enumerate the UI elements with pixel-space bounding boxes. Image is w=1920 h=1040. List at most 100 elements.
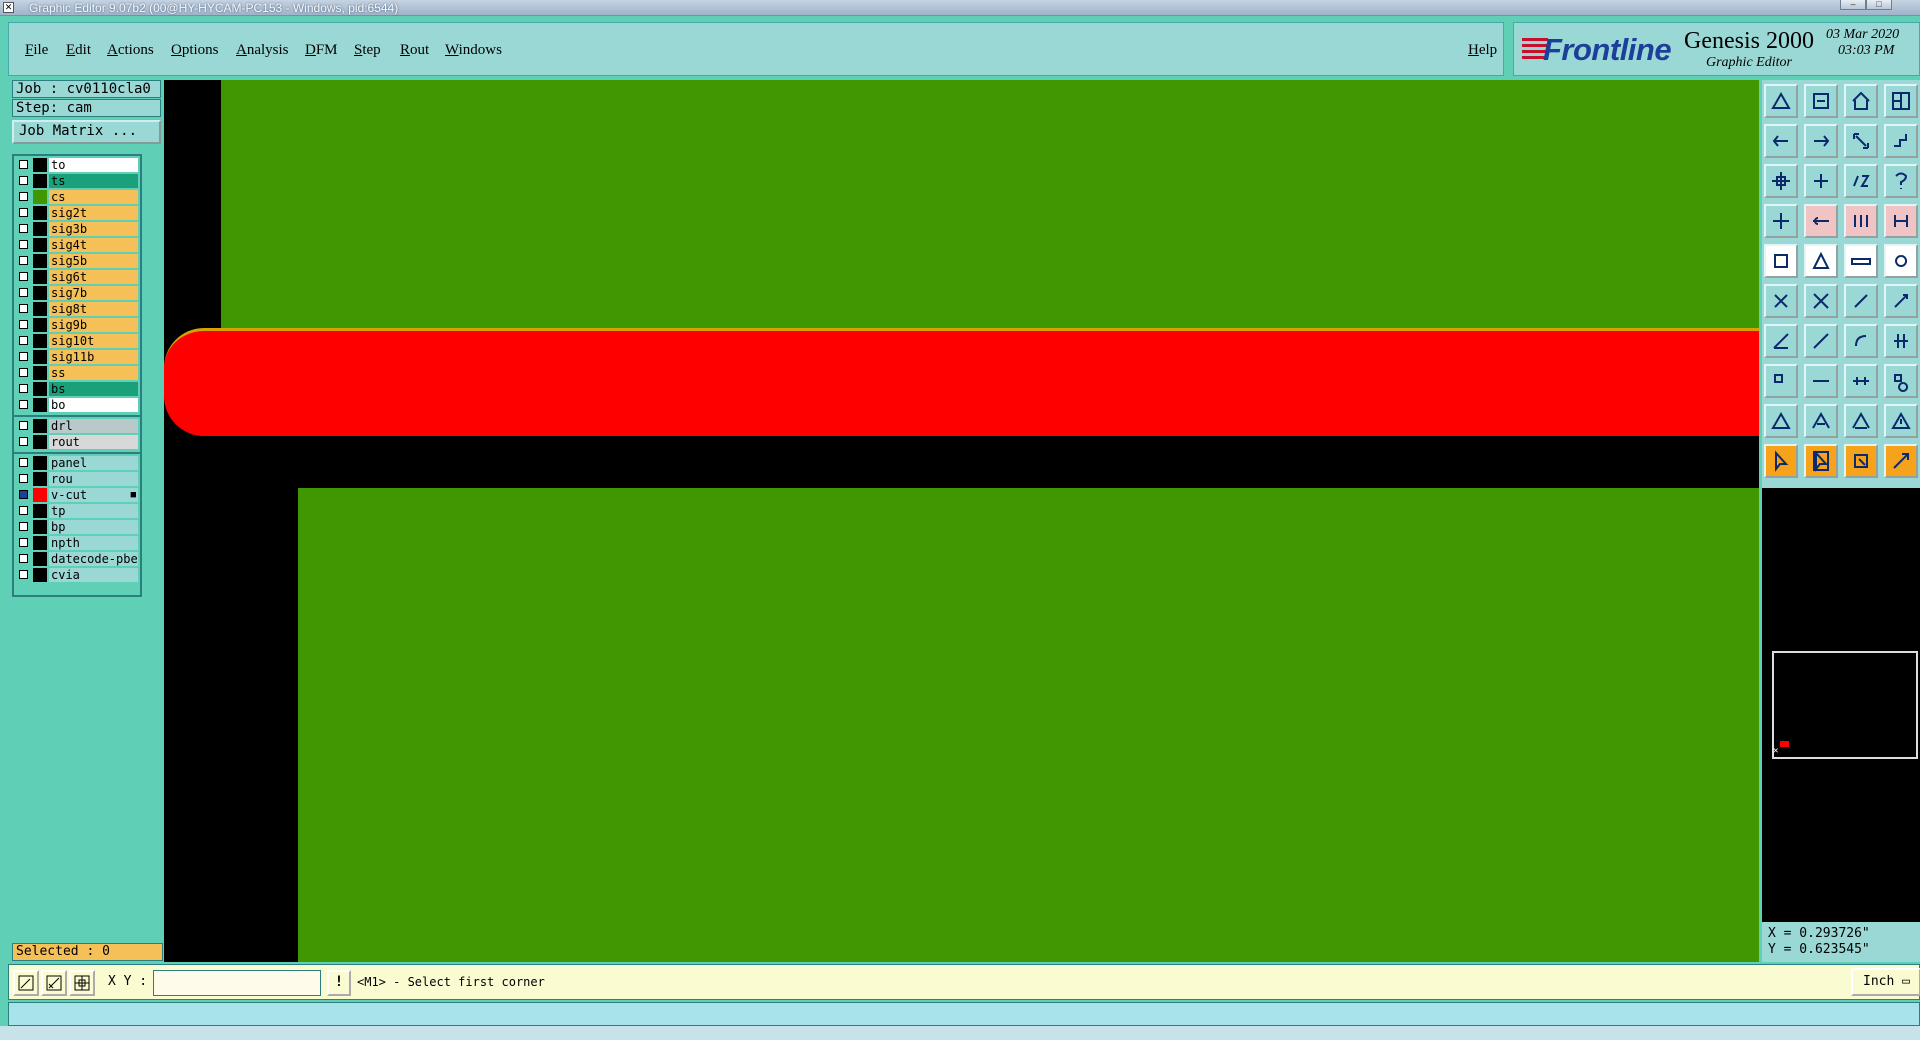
tri3-icon[interactable]	[1844, 404, 1878, 438]
layer-color-swatch[interactable]	[33, 286, 47, 300]
layer-name[interactable]: sig5b	[49, 254, 138, 268]
zoom-area-icon[interactable]	[13, 970, 39, 996]
layer-checkbox[interactable]	[19, 272, 28, 281]
layer-color-swatch[interactable]	[33, 302, 47, 316]
layer-checkbox[interactable]	[19, 352, 28, 361]
layer-checkbox[interactable]	[19, 474, 28, 483]
tri-icon[interactable]	[1764, 404, 1798, 438]
pad-icon[interactable]	[1764, 244, 1798, 278]
layer-row-cvia[interactable]: cvia	[16, 568, 140, 582]
shape-icon[interactable]	[1804, 244, 1838, 278]
pointer-icon[interactable]	[1764, 444, 1798, 478]
layer-row-drl[interactable]: drl	[16, 419, 140, 433]
shapes-icon[interactable]	[1884, 364, 1918, 398]
slash-icon[interactable]	[1804, 324, 1838, 358]
layer-color-swatch[interactable]	[33, 419, 47, 433]
layer-name[interactable]: sig7b	[49, 286, 138, 300]
layer-row-tp[interactable]: tp	[16, 504, 140, 518]
layer-name[interactable]: rout	[49, 435, 138, 449]
layer-checkbox[interactable]	[19, 224, 28, 233]
layer-color-swatch[interactable]	[33, 254, 47, 268]
layer-row-sig7b[interactable]: sig7b	[16, 286, 140, 300]
layer-checkbox[interactable]	[19, 490, 28, 499]
layer-color-swatch[interactable]	[33, 270, 47, 284]
layer-color-swatch[interactable]	[33, 504, 47, 518]
menu-file[interactable]: File	[25, 23, 48, 77]
layer-row-sig2t[interactable]: sig2t	[16, 206, 140, 220]
layer-row-datecode-pbe[interactable]: datecode-pbe	[16, 552, 140, 566]
layer-color-swatch[interactable]	[33, 552, 47, 566]
link-icon[interactable]	[1844, 284, 1878, 318]
layer-row-sig10t[interactable]: sig10t	[16, 334, 140, 348]
layer-name[interactable]: sig4t	[49, 238, 138, 252]
layer-name[interactable]: bs	[49, 382, 138, 396]
layer-checkbox[interactable]	[19, 240, 28, 249]
pointer2-icon[interactable]	[1804, 444, 1838, 478]
layer-row-sig9b[interactable]: sig9b	[16, 318, 140, 332]
angle-icon[interactable]	[1764, 324, 1798, 358]
layer-checkbox[interactable]	[19, 538, 28, 547]
layer-color-swatch[interactable]	[33, 488, 47, 502]
layer-row-rou[interactable]: rou	[16, 472, 140, 486]
layer-name[interactable]: sig2t	[49, 206, 138, 220]
layer-row-sig8t[interactable]: sig8t	[16, 302, 140, 316]
layer-row-bs[interactable]: bs	[16, 382, 140, 396]
layer-name[interactable]: drl	[49, 419, 138, 433]
layer-color-swatch[interactable]	[33, 222, 47, 236]
menu-rout[interactable]: Rout	[400, 23, 429, 77]
help-icon[interactable]	[1884, 164, 1918, 198]
units-selector[interactable]: Inch ▭	[1851, 968, 1920, 996]
edit-icon[interactable]	[1884, 444, 1918, 478]
layer-checkbox[interactable]	[19, 320, 28, 329]
tri2-icon[interactable]	[1804, 404, 1838, 438]
menu-dfm[interactable]: DFM	[305, 23, 338, 77]
menu-actions[interactable]: Actions	[107, 23, 154, 77]
zoom-home-icon[interactable]	[1764, 84, 1798, 118]
layer-name[interactable]: to	[49, 158, 138, 172]
route-icon[interactable]	[1804, 204, 1838, 238]
layer-checkbox[interactable]	[19, 208, 28, 217]
menu-options[interactable]: Options	[171, 23, 219, 77]
layer-name[interactable]: datecode-pbe	[49, 552, 138, 566]
layer-checkbox[interactable]	[19, 554, 28, 563]
layer-name[interactable]: sig6t	[49, 270, 138, 284]
minimize-button[interactable]: –	[1840, 0, 1866, 10]
fit-zoom-icon[interactable]	[1804, 164, 1838, 198]
graphic-canvas[interactable]	[164, 80, 1759, 962]
layer-checkbox[interactable]	[19, 522, 28, 531]
layer-checkbox[interactable]	[19, 458, 28, 467]
layer-checkbox[interactable]	[19, 437, 28, 446]
layer-name[interactable]: bo	[49, 398, 138, 412]
pan-right-icon[interactable]	[1804, 124, 1838, 158]
layer-name[interactable]: sig11b	[49, 350, 138, 364]
net2-icon[interactable]	[1884, 204, 1918, 238]
layer-name[interactable]: ts	[49, 174, 138, 188]
layer-checkbox[interactable]	[19, 400, 28, 409]
layer-color-swatch[interactable]	[33, 366, 47, 380]
cross-icon[interactable]	[1804, 284, 1838, 318]
layer-checkbox[interactable]	[19, 288, 28, 297]
layer-row-sig3b[interactable]: sig3b	[16, 222, 140, 236]
zoom-out-icon[interactable]	[1804, 84, 1838, 118]
xy-input[interactable]	[153, 970, 321, 996]
maximize-button[interactable]: □	[1866, 0, 1892, 10]
layer-row-bp[interactable]: bp	[16, 520, 140, 534]
layer-checkbox[interactable]	[19, 421, 28, 430]
layer-row-npth[interactable]: npth	[16, 536, 140, 550]
layer-name[interactable]: sig3b	[49, 222, 138, 236]
layer-color-swatch[interactable]	[33, 334, 47, 348]
tri4-icon[interactable]	[1884, 404, 1918, 438]
layer-color-swatch[interactable]	[33, 472, 47, 486]
scale-icon[interactable]	[1844, 164, 1878, 198]
overview-window[interactable]: ✕	[1772, 651, 1918, 759]
layer-row-sig6t[interactable]: sig6t	[16, 270, 140, 284]
layer-color-swatch[interactable]	[33, 174, 47, 188]
net-icon[interactable]	[1844, 204, 1878, 238]
arc-icon[interactable]	[1844, 324, 1878, 358]
menu-windows[interactable]: Windows	[445, 23, 502, 77]
layer-row-panel[interactable]: panel	[16, 456, 140, 470]
layer-name[interactable]: panel	[49, 456, 138, 470]
layer-row-sig4t[interactable]: sig4t	[16, 238, 140, 252]
layer-name[interactable]: rou	[49, 472, 138, 486]
split-icon[interactable]	[1884, 324, 1918, 358]
